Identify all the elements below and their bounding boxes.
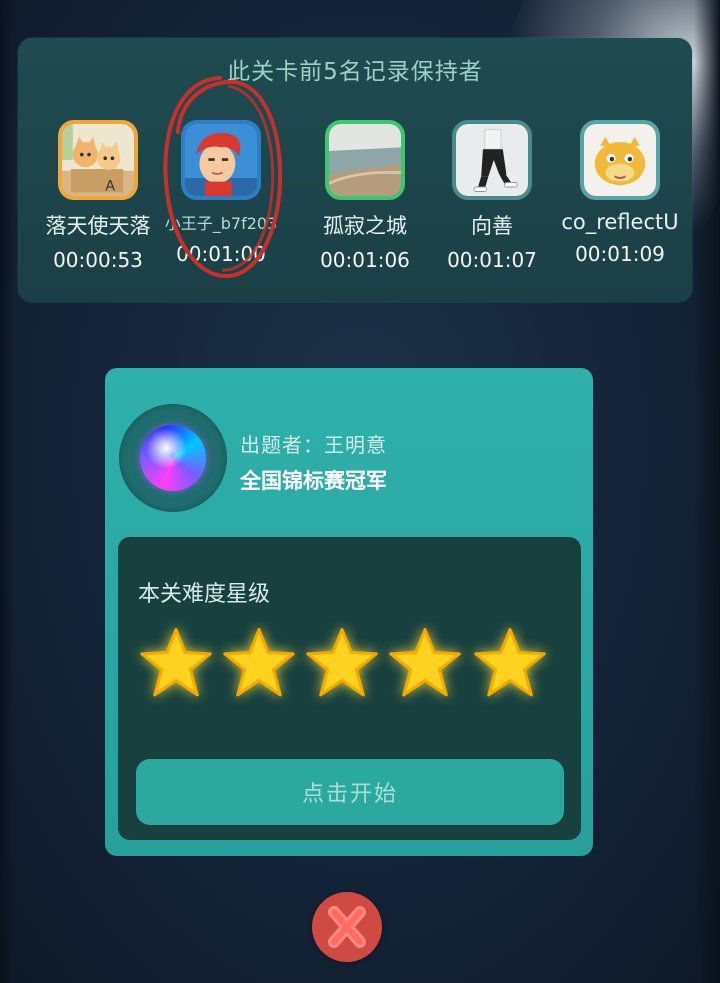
difficulty-label: 本关难度星级 (138, 582, 271, 607)
close-button[interactable] (312, 892, 382, 962)
difficulty-panel: 本关难度星级 点击开始 (118, 537, 581, 840)
player-name: 小王子_b7f203 (164, 214, 278, 233)
cartoon-creature-avatar-icon[interactable] (580, 120, 660, 200)
player-name: 孤寂之城 (323, 214, 407, 238)
player-name: 落天使天落 (45, 214, 151, 238)
leaderboard-panel: 此关卡前5名记录保持者 A 落天使天落 00:00:53 小王子_b7f203 … (18, 38, 692, 302)
player-time: 00:01:00 (176, 242, 266, 266)
star-icon (304, 625, 380, 701)
author-title: 全国锦标赛冠军 (240, 469, 387, 493)
beach-photo-avatar-icon[interactable] (325, 120, 405, 200)
player-entry[interactable]: 孤寂之城 00:01:06 (301, 120, 429, 272)
challenge-card: 出题者：王明意 全国锦标赛冠军 本关难度星级 点击开始 (105, 368, 593, 856)
close-icon (328, 906, 366, 948)
difficulty-stars (138, 625, 558, 705)
cartoon-boy-avatar-icon[interactable] (181, 120, 261, 200)
color-orb-icon (140, 425, 206, 491)
leaderboard-players: A 落天使天落 00:00:53 小王子_b7f203 00:01:00 孤寂之… (18, 120, 692, 290)
author-label: 出题者：王明意 (240, 433, 387, 457)
star-icon (221, 625, 297, 701)
player-entry[interactable]: 小王子_b7f203 00:01:00 (157, 120, 285, 266)
kittens-avatar-icon[interactable]: A (58, 120, 138, 200)
player-entry[interactable]: co_reflectU 00:01:09 (556, 120, 684, 266)
player-entry[interactable]: 向善 00:01:07 (428, 120, 556, 272)
player-name: co_reflectU (561, 210, 679, 234)
screen-edge-left (0, 0, 14, 983)
player-name: 向善 (471, 214, 513, 238)
screen-edge-right (694, 0, 720, 983)
star-icon (387, 625, 463, 701)
start-button[interactable]: 点击开始 (136, 759, 564, 825)
player-time: 00:01:06 (320, 248, 410, 272)
player-time: 00:01:09 (575, 242, 665, 266)
person-walking-avatar-icon[interactable] (452, 120, 532, 200)
svg-text:A: A (105, 179, 115, 195)
author-avatar (119, 404, 227, 512)
player-time: 00:01:07 (447, 248, 537, 272)
star-icon (138, 625, 214, 701)
leaderboard-title: 此关卡前5名记录保持者 (227, 59, 483, 85)
player-entry[interactable]: A 落天使天落 00:00:53 (34, 120, 162, 272)
star-icon (472, 625, 548, 701)
player-time: 00:00:53 (53, 248, 143, 272)
